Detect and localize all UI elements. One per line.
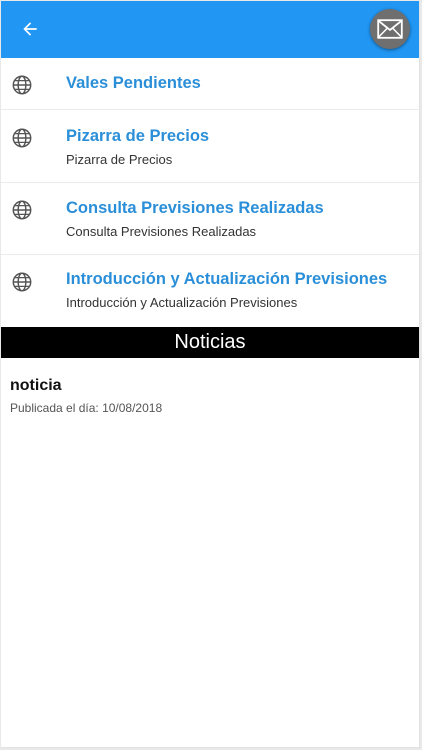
- menu-list: Vales Pendientes Pizarra de Precios Piza…: [1, 58, 419, 327]
- menu-item-subtitle: Consulta Previsiones Realizadas: [66, 224, 257, 239]
- menu-item-pizarra-de-precios[interactable]: Pizarra de Precios Pizarra de Precios: [1, 110, 419, 183]
- globe-icon: [12, 272, 32, 292]
- back-button[interactable]: [14, 13, 46, 45]
- envelope-icon: [377, 19, 403, 39]
- mail-button[interactable]: [370, 9, 410, 49]
- news-item-date: Publicada el día: 10/08/2018: [10, 401, 163, 415]
- menu-item-title: Pizarra de Precios: [66, 127, 210, 145]
- menu-item-text: Vales Pendientes: [66, 74, 411, 93]
- arrow-left-icon: [23, 22, 37, 36]
- news-item[interactable]: noticia Publicada el día: 10/08/2018: [10, 377, 409, 415]
- news-heading: Noticias: [174, 331, 246, 353]
- news-item-title: noticia: [10, 377, 62, 394]
- menu-item-vales-pendientes[interactable]: Vales Pendientes: [1, 58, 419, 110]
- globe-icon: [12, 200, 32, 220]
- menu-item-subtitle: Introducción y Actualización Previsiones: [66, 295, 298, 310]
- app-screen: Vales Pendientes Pizarra de Precios Piza…: [1, 1, 420, 748]
- menu-item-text: Pizarra de Precios Pizarra de Precios: [66, 127, 411, 167]
- app-header: [1, 1, 419, 58]
- menu-item-text: Introducción y Actualización Previsiones…: [66, 270, 411, 310]
- menu-item-title: Introducción y Actualización Previsiones: [66, 270, 388, 288]
- menu-item-introduccion-previsiones[interactable]: Introducción y Actualización Previsiones…: [1, 255, 419, 327]
- menu-item-title: Vales Pendientes: [66, 74, 201, 92]
- menu-item-text: Consulta Previsiones Realizadas Consulta…: [66, 199, 411, 239]
- news-section-header: Noticias: [1, 327, 419, 358]
- menu-item-consulta-previsiones[interactable]: Consulta Previsiones Realizadas Consulta…: [1, 183, 419, 255]
- menu-item-subtitle: Pizarra de Precios: [66, 152, 173, 167]
- menu-item-title: Consulta Previsiones Realizadas: [66, 199, 324, 217]
- globe-icon: [12, 128, 32, 148]
- globe-icon: [12, 75, 32, 95]
